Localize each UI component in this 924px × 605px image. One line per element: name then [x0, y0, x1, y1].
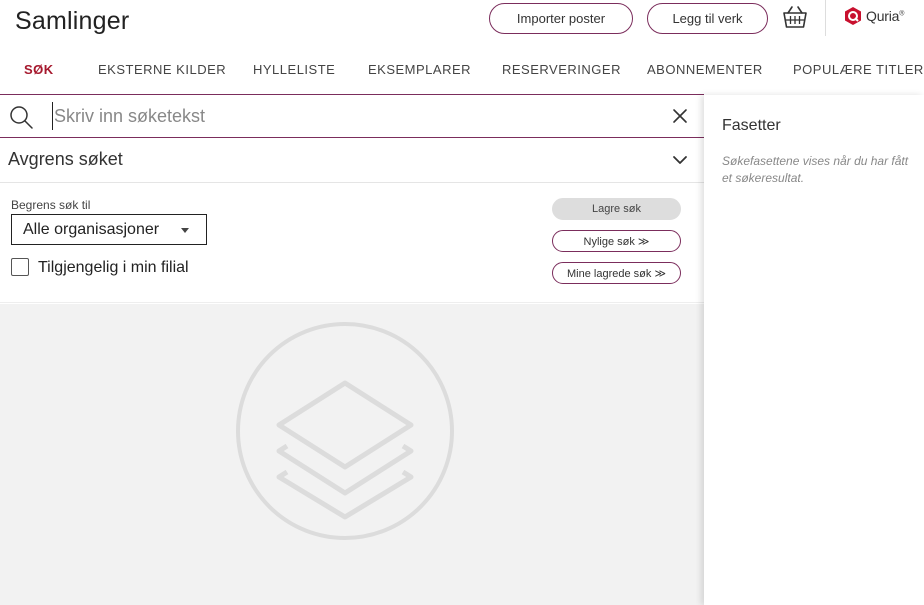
quria-logo-icon [845, 7, 861, 25]
page-title: Samlinger [15, 7, 130, 35]
layers-icon [236, 322, 454, 540]
available-in-branch-label[interactable]: Tilgjengelig i min filial [38, 259, 189, 277]
refine-search-title: Avgrens søket [8, 149, 123, 169]
add-work-button[interactable]: Legg til verk [647, 3, 768, 34]
search-input[interactable] [52, 102, 652, 130]
limit-search-label: Begrens søk til [11, 198, 91, 212]
tab-copies[interactable]: EKSEMPLARER [368, 62, 471, 77]
recent-searches-button[interactable]: Nylige søk ≫ [552, 230, 681, 252]
tab-shelf-list[interactable]: HYLLELISTE [253, 62, 335, 77]
save-search-button[interactable]: Lagre søk [552, 198, 681, 220]
my-saved-searches-button[interactable]: Mine lagrede søk ≫ [552, 262, 681, 284]
search-bar [0, 95, 704, 138]
logo-wordmark: Quria [866, 8, 900, 24]
available-in-branch-checkbox[interactable] [11, 258, 29, 276]
app-header: Samlinger Importer poster Legg til verk … [0, 0, 924, 40]
logo-text: Quria® [866, 8, 904, 24]
refine-search-header[interactable]: Avgrens søket [0, 139, 704, 183]
facets-note: Søkefasettene vises når du har fått et s… [722, 154, 909, 185]
search-icon [10, 106, 33, 129]
chevron-down-icon[interactable] [672, 153, 688, 167]
facets-title: Fasetter [722, 117, 781, 134]
close-icon[interactable] [670, 106, 690, 126]
basket-icon[interactable] [781, 4, 809, 30]
facets-panel: Fasetter Søkefasettene vises når du har … [704, 95, 924, 605]
results-empty-state [0, 304, 704, 605]
import-records-button[interactable]: Importer poster [489, 3, 633, 34]
refine-filters: Begrens søk til Alle organisasjoner Tilg… [0, 184, 704, 303]
tab-popular-titles[interactable]: POPULÆRE TITLER [793, 62, 924, 77]
quria-logo: Quria® [843, 5, 904, 27]
caret-down-icon [181, 228, 189, 233]
tab-external-sources[interactable]: EKSTERNE KILDER [98, 62, 226, 77]
tab-search[interactable]: SØK [24, 62, 54, 77]
header-divider [825, 0, 826, 36]
organization-select[interactable]: Alle organisasjoner [11, 214, 207, 245]
organization-select-value: Alle organisasjoner [23, 220, 160, 238]
logo-registered-mark: ® [899, 10, 905, 18]
tab-reservations[interactable]: RESERVERINGER [502, 62, 621, 77]
tab-subscriptions[interactable]: ABONNEMENTER [647, 62, 763, 77]
main-tabs: SØK EKSTERNE KILDER HYLLELISTE EKSEMPLAR… [0, 56, 924, 95]
